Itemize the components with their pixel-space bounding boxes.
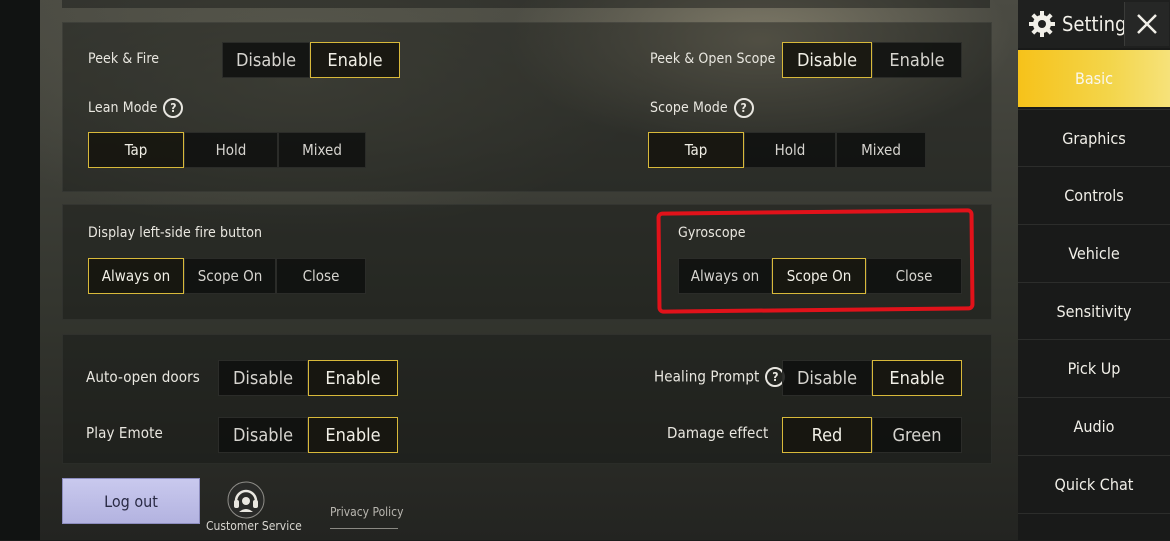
- auto-doors-label: Auto-open doors: [86, 368, 200, 386]
- healing-prompt-label: Healing Prompt: [654, 367, 760, 386]
- left-fire-close[interactable]: Close: [276, 258, 366, 294]
- sidebar-item-quick-chat[interactable]: Quick Chat: [1018, 455, 1170, 513]
- lean-mode-label: Lean Mode: [88, 100, 158, 116]
- left-fire-label: Display left-side fire button: [88, 225, 263, 241]
- auto-doors-enable[interactable]: Enable: [308, 360, 398, 396]
- logout-button[interactable]: Log out: [62, 478, 200, 524]
- scope-mode-row: Scope Mode?: [650, 98, 754, 118]
- damage-effect-label: Damage effect: [667, 424, 769, 442]
- play-emote-label: Play Emote: [86, 424, 163, 442]
- play-emote-disable[interactable]: Disable: [218, 417, 308, 453]
- scope-mode-hold[interactable]: Hold: [744, 132, 836, 168]
- peek-open-scope-toggle: Disable Enable: [782, 42, 962, 78]
- healing-prompt-disable[interactable]: Disable: [782, 360, 872, 396]
- lean-mode-toggle: Tap Hold Mixed: [88, 132, 366, 168]
- auto-doors-disable[interactable]: Disable: [218, 360, 308, 396]
- lean-mode-tap[interactable]: Tap: [88, 132, 184, 168]
- scope-mode-tap[interactable]: Tap: [648, 132, 744, 168]
- left-fire-scope-on[interactable]: Scope On: [184, 258, 276, 294]
- peek-fire-toggle: Disable Enable: [222, 42, 400, 78]
- sidebar-item-sensitivity[interactable]: Sensitivity: [1018, 282, 1170, 340]
- lean-mode-hold[interactable]: Hold: [184, 132, 278, 168]
- sidebar-item-graphics[interactable]: Graphics: [1018, 109, 1170, 167]
- sidebar-item-vehicle[interactable]: Vehicle: [1018, 224, 1170, 282]
- damage-effect-toggle: Red Green: [782, 417, 962, 453]
- annotation-highlight-box: [656, 208, 975, 314]
- close-icon: [1137, 14, 1157, 34]
- healing-prompt-toggle: Disable Enable: [782, 360, 962, 396]
- auto-doors-toggle: Disable Enable: [218, 360, 398, 396]
- healing-prompt-row: Healing Prompt?: [654, 367, 786, 387]
- help-icon[interactable]: ?: [163, 98, 184, 118]
- play-emote-enable[interactable]: Enable: [308, 417, 398, 453]
- left-fire-toggle: Always on Scope On Close: [88, 258, 366, 294]
- scope-mode-label: Scope Mode: [650, 100, 728, 116]
- healing-prompt-enable[interactable]: Enable: [872, 360, 962, 396]
- lean-mode-row: Lean Mode?: [88, 98, 184, 118]
- peek-open-scope-enable[interactable]: Enable: [872, 42, 962, 78]
- customer-service-button[interactable]: [224, 480, 268, 520]
- privacy-underline: [330, 528, 398, 529]
- left-fire-always-on[interactable]: Always on: [88, 258, 184, 294]
- sidebar-item-audio[interactable]: Audio: [1018, 397, 1170, 455]
- gear-icon: [1029, 11, 1055, 37]
- privacy-policy-link[interactable]: Privacy Policy: [330, 505, 404, 519]
- peek-fire-label: Peek & Fire: [88, 51, 160, 67]
- scope-mode-toggle: Tap Hold Mixed: [648, 132, 926, 168]
- help-icon[interactable]: ?: [733, 98, 754, 118]
- peek-open-scope-disable[interactable]: Disable: [782, 42, 872, 78]
- scrolled-panel-edge: [62, 0, 990, 8]
- play-emote-toggle: Disable Enable: [218, 417, 398, 453]
- left-edge: [0, 0, 40, 540]
- sidebar-item-pick-up[interactable]: Pick Up: [1018, 339, 1170, 397]
- peek-fire-enable[interactable]: Enable: [310, 42, 400, 78]
- sidebar-item-controls[interactable]: Controls: [1018, 166, 1170, 224]
- peek-fire-disable[interactable]: Disable: [222, 42, 310, 78]
- scope-mode-mixed[interactable]: Mixed: [836, 132, 926, 168]
- sidebar-item-more[interactable]: [1018, 513, 1170, 541]
- customer-service-label: Customer Service: [206, 519, 302, 533]
- close-button[interactable]: [1124, 2, 1169, 46]
- headset-icon: [227, 481, 265, 519]
- damage-effect-green[interactable]: Green: [872, 417, 962, 453]
- sidebar-item-basic[interactable]: Basic: [1018, 50, 1170, 107]
- lean-mode-mixed[interactable]: Mixed: [278, 132, 366, 168]
- peek-open-scope-label: Peek & Open Scope: [650, 51, 776, 67]
- damage-effect-red[interactable]: Red: [782, 417, 872, 453]
